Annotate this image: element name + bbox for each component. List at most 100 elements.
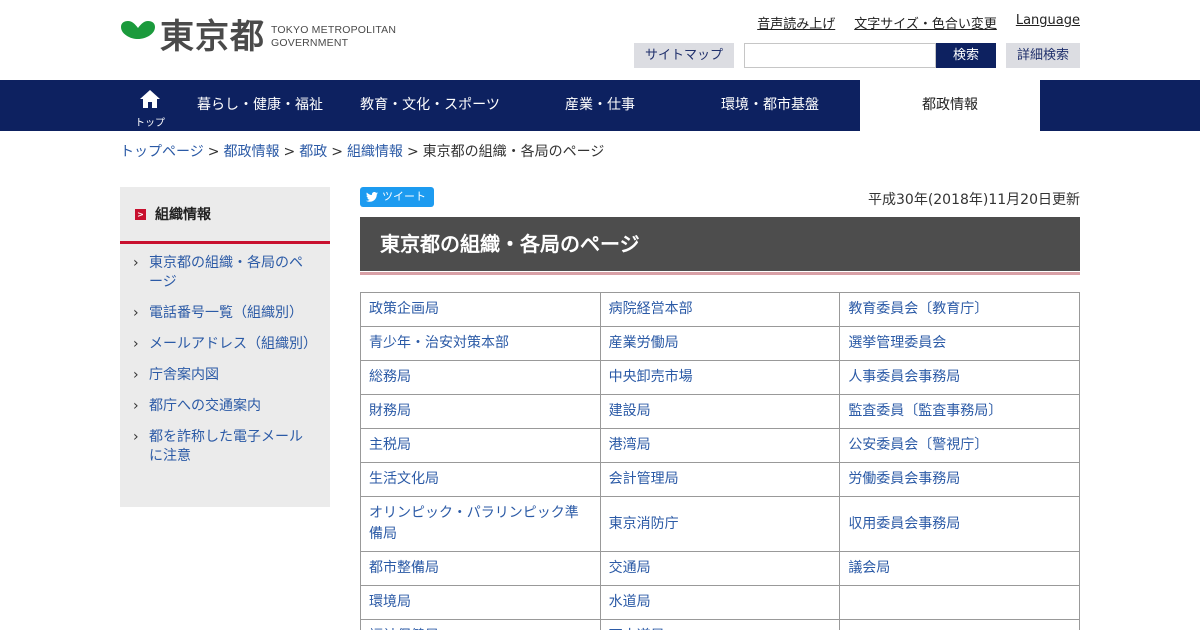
sidebar-header: > 組織情報 (120, 187, 330, 244)
nav-item-government[interactable]: 都政情報 (860, 80, 1040, 131)
org-link[interactable]: 会計管理局 (609, 471, 679, 487)
org-link[interactable]: 政策企画局 (369, 301, 439, 317)
org-link[interactable]: 中央卸売市場 (609, 369, 693, 385)
org-link[interactable]: 収用委員会事務局 (848, 516, 960, 532)
org-link[interactable]: 都市整備局 (369, 560, 439, 576)
detail-search-button[interactable]: 詳細検索 (1005, 43, 1080, 68)
org-link[interactable]: 主税局 (369, 437, 411, 453)
org-link[interactable]: 建設局 (609, 403, 651, 419)
table-cell: 主税局 (360, 428, 601, 463)
chevron-right-icon: › (133, 367, 139, 383)
breadcrumb-link-org-info[interactable]: 組織情報 (347, 144, 403, 160)
language-link[interactable]: Language (1016, 13, 1080, 32)
org-link[interactable]: 財務局 (369, 403, 411, 419)
page-title: 東京都の組織・各局のページ (360, 217, 1080, 271)
table-cell: 環境局 (360, 585, 601, 620)
nav-item-living[interactable]: 暮らし・健康・福祉 (180, 80, 340, 131)
chevron-right-icon: › (133, 429, 139, 445)
sidebar-list: › 東京都の組織・各局のページ › 電話番号一覧（組織別） › メールアドレス（組織別… (120, 244, 330, 466)
table-cell: 港湾局 (599, 428, 841, 463)
sidebar-item-link[interactable]: 都庁への交通案内 (149, 398, 261, 414)
table-row: 総務局 中央卸売市場 人事委員会事務局 (360, 360, 1080, 395)
table-row: 生活文化局 会計管理局 労働委員会事務局 (360, 462, 1080, 497)
sidebar-item-access: › 都庁への交通案内 (120, 397, 330, 416)
org-link[interactable]: 教育委員会〔教育庁〕 (848, 301, 988, 317)
sidebar-item-link[interactable]: 庁舎案内図 (149, 367, 219, 383)
org-link[interactable]: 監査委員〔監査事務局〕 (848, 403, 1002, 419)
sidebar-item-org-pages: › 東京都の組織・各局のページ (120, 254, 330, 292)
org-link[interactable]: 公安委員会〔警視庁〕 (848, 437, 988, 453)
site-logo[interactable]: 東京都 TOKYO METROPOLITAN GOVERNMENT (120, 18, 396, 56)
org-link[interactable]: 総務局 (369, 369, 411, 385)
org-link[interactable]: 交通局 (609, 560, 651, 576)
org-link[interactable]: 東京消防庁 (609, 516, 679, 532)
table-cell: 産業労働局 (599, 326, 841, 361)
sidebar-title: 組織情報 (155, 207, 211, 223)
org-link[interactable]: 議会局 (848, 560, 890, 576)
sitemap-button[interactable]: サイトマップ (633, 43, 734, 68)
table-cell: 財務局 (360, 394, 601, 429)
org-link[interactable]: 青少年・治安対策本部 (369, 335, 509, 351)
table-cell: オリンピック・パラリンピック準備局 (360, 496, 601, 552)
chevron-right-icon: › (133, 255, 139, 271)
global-nav: トップ 暮らし・健康・福祉 教育・文化・スポーツ 産業・仕事 環境・都市基盤 都… (0, 80, 1200, 131)
org-link[interactable]: 港湾局 (609, 437, 651, 453)
table-cell: 教育委員会〔教育庁〕 (839, 292, 1080, 327)
breadcrumb-link-gov-info[interactable]: 都政情報 (223, 144, 279, 160)
nav-item-industry[interactable]: 産業・仕事 (520, 80, 680, 131)
logo-english-line2: GOVERNMENT (271, 37, 349, 49)
table-cell: 総務局 (360, 360, 601, 395)
table-cell: 議会局 (839, 551, 1080, 586)
sidebar-item-link[interactable]: 都を詐称した電子メールに注意 (149, 429, 303, 464)
table-row: 主税局 港湾局 公安委員会〔警視庁〕 (360, 428, 1080, 463)
table-cell: 公安委員会〔警視庁〕 (839, 428, 1080, 463)
nav-item-environment[interactable]: 環境・都市基盤 (680, 80, 860, 131)
sidebar: > 組織情報 › 東京都の組織・各局のページ › 電話番号一覧（組織別） › メールア… (120, 187, 330, 507)
twitter-bird-icon (366, 192, 378, 202)
table-row: 福祉保健局下水道局 (360, 619, 1080, 630)
search-button[interactable]: 検索 (935, 43, 996, 68)
org-link[interactable]: 産業労働局 (609, 335, 679, 351)
sidebar-item-building-map: › 庁舎案内図 (120, 366, 330, 385)
breadcrumb-current: 東京都の組織・各局のページ (422, 144, 605, 160)
sidebar-item-link[interactable]: メールアドレス（組織別） (149, 336, 317, 352)
table-cell: 福祉保健局 (360, 619, 601, 630)
logo-english-line1: TOKYO METROPOLITAN (271, 24, 397, 36)
org-link[interactable]: 人事委員会事務局 (848, 369, 960, 385)
table-row: 財務局 建設局 監査委員〔監査事務局〕 (360, 394, 1080, 429)
table-cell: 下水道局 (599, 619, 841, 630)
tweet-button[interactable]: ツイート (360, 187, 434, 207)
speech-reading-link[interactable]: 音声読み上げ (757, 13, 835, 32)
home-icon (140, 90, 160, 108)
breadcrumb-link-top[interactable]: トップページ (120, 144, 204, 160)
table-cell: 中央卸売市場 (599, 360, 841, 395)
org-link[interactable]: 生活文化局 (369, 471, 439, 487)
org-link[interactable]: 病院経営本部 (609, 301, 693, 317)
table-cell: 交通局 (599, 551, 841, 586)
sidebar-item-fraud-email: › 都を詐称した電子メールに注意 (120, 428, 330, 466)
table-cell: 病院経営本部 (599, 292, 841, 327)
chevron-right-icon: › (133, 336, 139, 352)
search-input[interactable] (743, 43, 936, 68)
nav-item-education[interactable]: 教育・文化・スポーツ (340, 80, 520, 131)
org-link[interactable]: 水道局 (609, 594, 651, 610)
nav-home[interactable]: トップ (120, 80, 180, 131)
sidebar-item-link[interactable]: 電話番号一覧（組織別） (149, 305, 303, 321)
breadcrumb-link-gov[interactable]: 都政 (299, 144, 327, 160)
logo-japanese-text: 東京都 (160, 17, 265, 57)
search-area: サイトマップ 検索 詳細検索 (633, 43, 1080, 68)
table-cell: 建設局 (599, 394, 841, 429)
org-link[interactable]: 労働委員会事務局 (848, 471, 960, 487)
tweet-label: ツイート (382, 190, 426, 203)
org-link[interactable]: 選挙管理委員会 (848, 335, 946, 351)
org-link[interactable]: オリンピック・パラリンピック準備局 (369, 505, 579, 542)
table-cell: 監査委員〔監査事務局〕 (839, 394, 1080, 429)
sidebar-item-link[interactable]: 東京都の組織・各局のページ (149, 255, 303, 290)
table-cell: 政策企画局 (360, 292, 601, 327)
table-cell: 会計管理局 (599, 462, 841, 497)
org-link[interactable]: 環境局 (369, 594, 411, 610)
text-size-color-link[interactable]: 文字サイズ・色合い変更 (854, 13, 997, 32)
sidebar-item-email-list: › メールアドレス（組織別） (120, 335, 330, 354)
table-cell: 青少年・治安対策本部 (360, 326, 601, 361)
arrow-mark-icon: > (135, 208, 146, 220)
